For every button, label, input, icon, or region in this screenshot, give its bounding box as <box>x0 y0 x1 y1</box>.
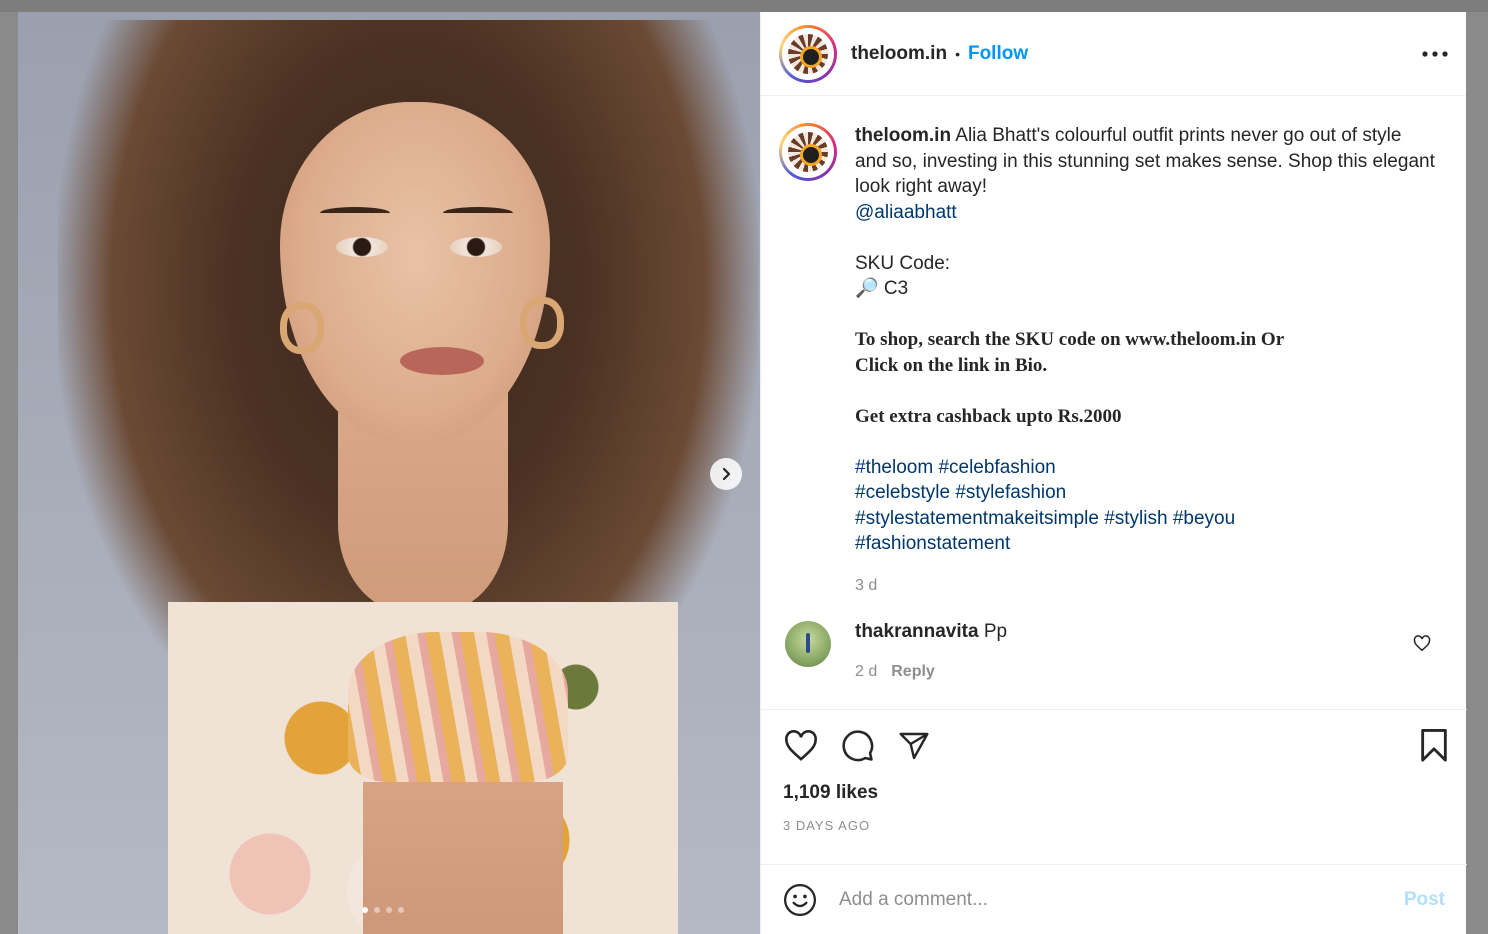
comment-like-button[interactable] <box>1413 634 1431 652</box>
comment-input[interactable]: Add a comment... <box>839 889 1404 911</box>
brand-logo-icon <box>788 33 828 74</box>
like-button[interactable] <box>783 730 819 762</box>
brand-logo-icon <box>788 132 828 172</box>
comment-button[interactable] <box>841 729 875 763</box>
share-button[interactable] <box>897 730 931 762</box>
comment-meta: 2 d Reply <box>855 663 1007 681</box>
eye-left <box>336 237 388 257</box>
commenter-avatar[interactable] <box>785 620 831 667</box>
lips-shape <box>400 347 484 375</box>
carousel-dot <box>386 907 392 913</box>
more-icon[interactable] <box>1422 50 1448 57</box>
save-button[interactable] <box>1419 729 1449 763</box>
caption-avatar[interactable] <box>779 123 837 181</box>
brow-right <box>443 207 513 219</box>
comment-item: thakrannavita Pp 2 d Reply <box>779 620 1449 681</box>
post-header: theloom.in • Follow <box>761 12 1466 96</box>
action-bar <box>783 728 1449 764</box>
commenter-username[interactable]: thakrannavita <box>855 621 979 642</box>
comment-body: thakrannavita Pp 2 d Reply <box>855 621 1007 681</box>
author-username[interactable]: theloom.in <box>851 43 947 65</box>
heart-icon <box>1413 634 1431 651</box>
shop-line-1: To shop, search the SKU code on www.thel… <box>855 329 1285 350</box>
post-image <box>18 12 760 934</box>
carousel-next-button[interactable] <box>710 458 742 490</box>
comment-icon <box>842 730 874 762</box>
reply-button[interactable]: Reply <box>891 663 935 680</box>
carousel-dot <box>398 907 404 913</box>
likes-count[interactable]: 1,109 likes <box>783 782 1449 804</box>
hashtags-line-4[interactable]: #fashionstatement <box>855 531 1435 557</box>
emoji-button[interactable] <box>783 883 817 917</box>
post-actions-section: 1,109 likes 3 DAYS AGO <box>761 709 1467 833</box>
cashback-line: Get extra cashback upto Rs.2000 <box>855 405 1122 427</box>
add-comment-bar: Add a comment... Post <box>761 864 1467 934</box>
emoji-icon <box>783 883 817 916</box>
post-side-panel: theloom.in • Follow theloom.in Alia Bhat… <box>760 12 1467 934</box>
hashtags-line-2[interactable]: #celebstyle #stylefashion <box>855 480 1435 506</box>
top-shape <box>348 632 568 782</box>
caption-username[interactable]: theloom.in <box>855 125 951 146</box>
carousel-dot <box>374 907 380 913</box>
bookmark-icon <box>1421 729 1447 762</box>
carousel-dot <box>362 907 368 913</box>
comments-scroll-area[interactable]: theloom.in Alia Bhatt's colourful outfit… <box>761 97 1467 709</box>
chevron-right-icon <box>722 467 731 481</box>
heart-icon <box>785 730 817 761</box>
hashtags-line-1[interactable]: #theloom #celebfashion <box>855 455 1435 481</box>
post-modal: theloom.in • Follow theloom.in Alia Bhat… <box>18 12 1467 934</box>
hashtags-line-3[interactable]: #stylestatementmakeitsimple #stylish #be… <box>855 506 1435 532</box>
caption-text: theloom.in Alia Bhatt's colourful outfit… <box>855 123 1435 557</box>
header-separator: • <box>955 45 960 62</box>
post-comment-button[interactable]: Post <box>1404 889 1445 911</box>
follow-button[interactable]: Follow <box>968 43 1028 65</box>
brow-left <box>320 207 390 219</box>
sku-value: 🔎 C3 <box>855 278 909 299</box>
earring-left <box>280 302 324 354</box>
caption: theloom.in Alia Bhatt's colourful outfit… <box>779 123 1449 557</box>
caption-timestamp[interactable]: 3 d <box>855 577 1449 595</box>
post-date[interactable]: 3 DAYS AGO <box>783 818 1449 833</box>
shop-line-2: Click on the link in Bio. <box>855 354 1048 376</box>
earring-right <box>520 297 564 349</box>
eye-right <box>450 237 502 257</box>
comment-text: Pp <box>978 620 1008 642</box>
author-avatar[interactable] <box>779 24 837 83</box>
sku-label: SKU Code: <box>855 252 951 274</box>
share-icon <box>899 732 929 760</box>
carousel-dots <box>362 907 404 913</box>
comment-time[interactable]: 2 d <box>855 663 877 680</box>
browser-background <box>0 0 1488 12</box>
mention-link[interactable]: @aliaabhatt <box>855 202 957 223</box>
